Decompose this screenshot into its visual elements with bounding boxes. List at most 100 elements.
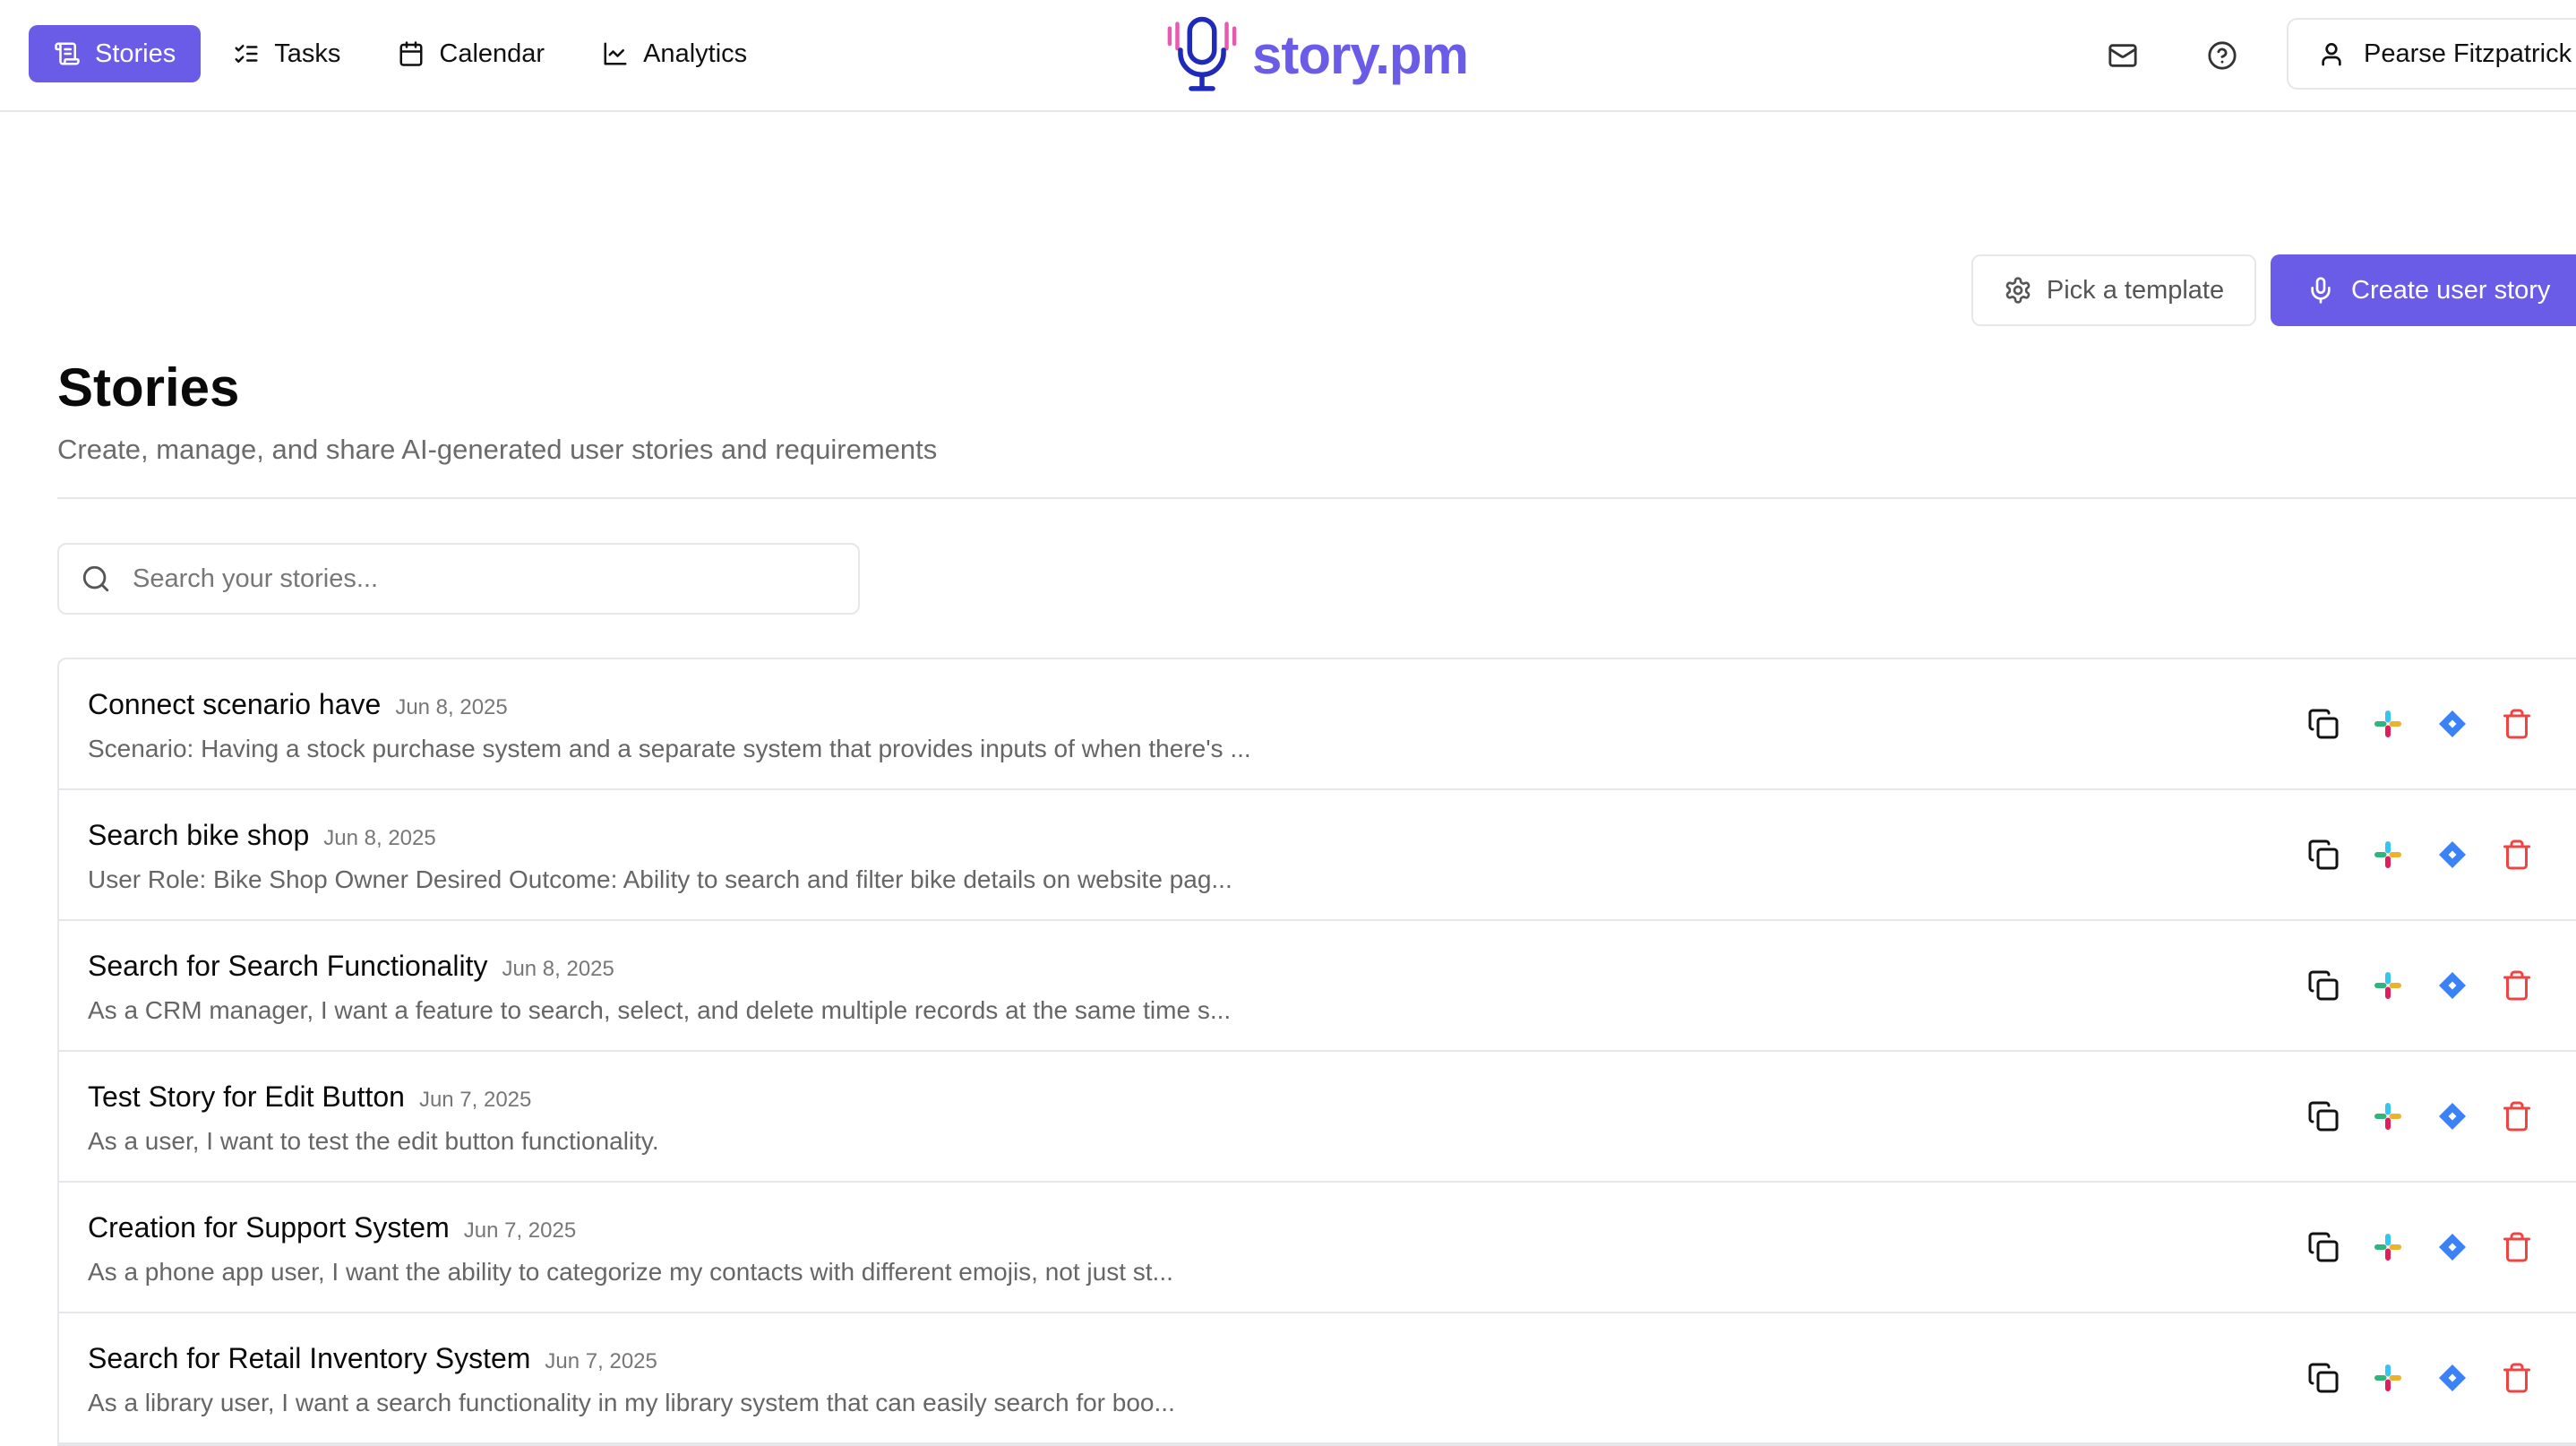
story-date: Jun 7, 2025 (545, 1349, 657, 1373)
story-description: As a phone app user, I want the ability … (88, 1258, 1173, 1286)
search-icon (82, 565, 109, 592)
copy-icon (2308, 970, 2339, 1001)
share-slack-button[interactable] (2368, 835, 2408, 874)
trash-icon (2503, 1363, 2530, 1393)
slack-icon (2374, 841, 2401, 868)
nav-item-label: Analytics (643, 39, 748, 68)
pick-template-label: Pick a template (2046, 275, 2225, 305)
export-jira-button[interactable] (2433, 1358, 2472, 1398)
slack-icon (2374, 1103, 2401, 1130)
create-user-story-button[interactable]: Create user story (2271, 254, 2576, 326)
jira-icon (2439, 841, 2466, 868)
delete-button[interactable] (2497, 1358, 2537, 1398)
story-row[interactable]: Test Story for Edit Button Jun 7, 2025 A… (59, 1052, 2576, 1183)
copy-icon (2308, 1363, 2339, 1393)
mail-icon (2108, 44, 2137, 67)
copy-button[interactable] (2304, 835, 2343, 874)
inbox-button[interactable] (2103, 36, 2142, 75)
export-jira-button[interactable] (2433, 835, 2472, 874)
slack-icon (2374, 972, 2401, 999)
share-slack-button[interactable] (2368, 966, 2408, 1005)
analytics-icon (604, 42, 627, 65)
copy-icon (2308, 1101, 2339, 1132)
delete-button[interactable] (2497, 1097, 2537, 1136)
page-subtitle: Create, manage, and share AI-generated u… (57, 434, 938, 465)
delete-button[interactable] (2497, 966, 2537, 1005)
stories-icon (55, 42, 80, 65)
stories-list: Connect scenario have Jun 8, 2025 Scenar… (57, 658, 2576, 1446)
tasks-icon (235, 45, 258, 63)
header-divider (57, 497, 2576, 499)
delete-button[interactable] (2497, 704, 2537, 744)
share-slack-button[interactable] (2368, 1227, 2408, 1267)
jira-icon (2439, 1103, 2466, 1130)
top-navigation-bar: Stories Tasks Calendar Analytics story.p… (0, 0, 2576, 112)
export-jira-button[interactable] (2433, 1097, 2472, 1136)
story-date: Jun 8, 2025 (502, 957, 614, 981)
jira-icon (2439, 972, 2466, 999)
nav-item-label: Stories (95, 39, 176, 68)
nav-item-calendar[interactable]: Calendar (373, 25, 570, 82)
story-date: Jun 7, 2025 (463, 1218, 577, 1243)
nav-item-tasks[interactable]: Tasks (208, 25, 365, 82)
delete-button[interactable] (2497, 835, 2537, 874)
story-description: User Role: Bike Shop Owner Desired Outco… (88, 865, 1232, 893)
jira-icon (2439, 710, 2466, 737)
slack-icon (2374, 1364, 2401, 1391)
story-title[interactable]: Test Story for Edit Button (88, 1080, 405, 1114)
nav-item-stories[interactable]: Stories (29, 25, 202, 82)
create-user-story-label: Create user story (2351, 275, 2551, 305)
story-row[interactable]: Creation for Support System Jun 7, 2025 … (59, 1183, 2576, 1313)
story-row[interactable]: Search for Search Functionality Jun 8, 2… (59, 921, 2576, 1052)
copy-button[interactable] (2304, 704, 2343, 744)
story-title[interactable]: Search for Retail Inventory System (88, 1342, 530, 1375)
calendar-icon (399, 41, 423, 66)
share-slack-button[interactable] (2368, 1358, 2408, 1398)
export-jira-button[interactable] (2433, 704, 2472, 744)
story-title[interactable]: Creation for Support System (88, 1211, 450, 1244)
delete-button[interactable] (2497, 1227, 2537, 1267)
story-description: Scenario: Having a stock purchase system… (88, 735, 1251, 762)
export-jira-button[interactable] (2433, 966, 2472, 1005)
help-button[interactable] (2202, 36, 2242, 75)
story-description: As a CRM manager, I want a feature to se… (88, 996, 1232, 1024)
page-title: Stories (57, 357, 240, 417)
search-input[interactable] (133, 564, 831, 594)
share-slack-button[interactable] (2368, 704, 2408, 744)
story-description: As a library user, I want a search funct… (88, 1389, 1175, 1416)
microphone-logo-icon (1167, 16, 1237, 91)
slack-icon (2374, 710, 2401, 737)
story-row[interactable]: Search bike shop Jun 8, 2025 User Role: … (59, 790, 2576, 921)
copy-button[interactable] (2304, 1097, 2343, 1136)
story-date: Jun 8, 2025 (395, 695, 508, 719)
story-title[interactable]: Search for Search Functionality (88, 950, 487, 983)
story-row[interactable]: Search for Retail Inventory System Jun 7… (59, 1313, 2576, 1444)
user-menu-button[interactable]: Pearse Fitzpatrick (2287, 18, 2576, 90)
share-slack-button[interactable] (2368, 1097, 2408, 1136)
brand-name: story.pm (1252, 24, 1469, 85)
copy-icon (2308, 1232, 2339, 1262)
story-title[interactable]: Search bike shop (88, 819, 309, 852)
trash-icon (2503, 970, 2530, 1001)
main-nav: Stories Tasks Calendar Analytics (29, 25, 772, 82)
search-box[interactable] (57, 543, 860, 615)
story-title[interactable]: Connect scenario have (88, 688, 381, 721)
trash-icon (2503, 1101, 2530, 1132)
brand-logo[interactable]: story.pm (1164, 14, 1469, 95)
copy-icon (2308, 709, 2339, 739)
microphone-icon (2311, 277, 2331, 304)
user-icon (2322, 43, 2341, 66)
copy-button[interactable] (2304, 966, 2343, 1005)
story-row[interactable]: Connect scenario have Jun 8, 2025 Scenar… (59, 659, 2576, 790)
story-description: As a user, I want to test the edit butto… (88, 1127, 659, 1155)
trash-icon (2503, 839, 2530, 870)
nav-item-analytics[interactable]: Analytics (577, 25, 772, 82)
slack-icon (2374, 1234, 2401, 1261)
pick-template-button[interactable]: Pick a template (1971, 254, 2256, 326)
copy-button[interactable] (2304, 1227, 2343, 1267)
jira-icon (2439, 1234, 2466, 1261)
export-jira-button[interactable] (2433, 1227, 2472, 1267)
trash-icon (2503, 709, 2530, 739)
nav-item-label: Tasks (274, 39, 341, 68)
copy-button[interactable] (2304, 1358, 2343, 1398)
